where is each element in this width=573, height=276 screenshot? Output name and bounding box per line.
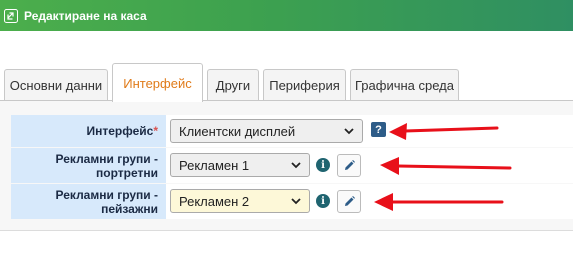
edit-ads-portrait-button[interactable] <box>337 154 361 177</box>
pencil-icon <box>344 196 355 206</box>
interface-label: Интерфейс * <box>11 115 166 147</box>
chevron-down-icon <box>291 162 301 169</box>
tab-other[interactable]: Други <box>207 69 259 101</box>
pencil-icon <box>344 160 355 170</box>
interface-select[interactable]: Клиентски дисплей <box>170 119 363 143</box>
tab-graphic-environment[interactable]: Графична среда <box>350 69 459 101</box>
tab-peripherals[interactable]: Периферия <box>263 69 346 101</box>
link-icon <box>4 8 18 23</box>
interface-select-value: Клиентски дисплей <box>179 123 296 139</box>
window-title: Редактиране на каса <box>24 8 147 23</box>
chevron-down-icon <box>291 198 301 205</box>
ads-landscape-label: Рекламни групи - пейзажни <box>11 184 166 219</box>
chevron-down-icon <box>344 128 354 135</box>
edit-ads-landscape-button[interactable] <box>337 190 361 213</box>
tab-bar: Основни данни Интерфейс Други Периферия … <box>0 63 573 102</box>
annotation-arrow-ads-portrait <box>380 157 512 175</box>
annotation-arrow-interface <box>389 123 499 140</box>
ads-landscape-select[interactable]: Рекламен 2 <box>170 189 310 213</box>
ads-portrait-label: Рекламни групи - портретни <box>11 148 166 183</box>
title-bar: Редактиране на каса <box>0 0 573 31</box>
tab-basic-data[interactable]: Основни данни <box>4 69 108 101</box>
ads-portrait-select[interactable]: Рекламен 1 <box>170 153 310 177</box>
required-marker: * <box>153 124 158 138</box>
interface-value-cell: Клиентски дисплей ? <box>166 115 573 147</box>
ads-portrait-select-value: Рекламен 1 <box>179 157 250 173</box>
info-icon[interactable]: i <box>316 158 330 172</box>
ads-landscape-select-value: Рекламен 2 <box>179 193 250 209</box>
help-icon[interactable]: ? <box>371 122 386 137</box>
tab-interface[interactable]: Интерфейс <box>112 63 203 102</box>
info-icon[interactable]: i <box>316 194 330 208</box>
annotation-arrow-ads-landscape <box>374 193 504 211</box>
